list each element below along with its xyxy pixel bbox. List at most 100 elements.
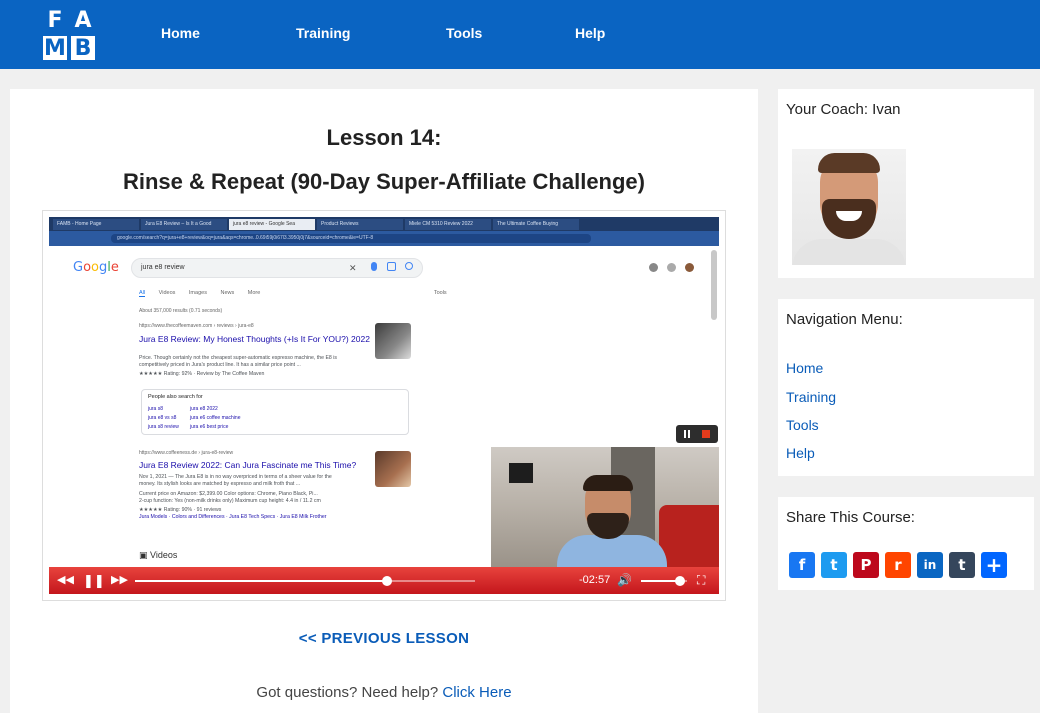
- linkedin-icon[interactable]: in: [917, 552, 943, 578]
- search-icon: [405, 262, 413, 270]
- logo-letter-a: A: [74, 7, 92, 33]
- logo-letter-m: M: [43, 35, 67, 61]
- fullscreen-icon[interactable]: ⛶: [697, 567, 705, 594]
- sidebar-link-home[interactable]: Home: [786, 360, 823, 376]
- result-url: https://www.coffeeness.de › jura-e8-revi…: [139, 450, 234, 456]
- recording-controls[interactable]: [676, 425, 718, 443]
- result-meta: Current price on Amazon: $2,399.00 Color…: [139, 491, 318, 497]
- apps-icon: [667, 263, 676, 272]
- navigation-menu-card: Navigation Menu: Home Training Tools Hel…: [778, 299, 1034, 476]
- google-search-tabs: All Videos Images News More Tools: [139, 290, 459, 297]
- sidebar-link-tools[interactable]: Tools: [786, 417, 819, 433]
- video-browser-tab: The Ultimate Coffee Buying: [493, 219, 579, 230]
- search-tab: Videos: [158, 290, 176, 296]
- video-browser-tab: Miele CM 5310 Review 2022: [405, 219, 491, 230]
- result-rating: ★★★★★ Rating: 90% · 91 reviews: [139, 507, 222, 513]
- nav-help[interactable]: Help: [575, 25, 605, 41]
- navigation-menu-title: Navigation Menu:: [786, 311, 903, 328]
- video-progress-fill: [135, 580, 387, 582]
- result-meta: 2-cup function: Yes (non-milk drinks onl…: [139, 498, 321, 504]
- people-also-search-heading: People also search for: [148, 394, 203, 400]
- result-title: Jura E8 Review: My Honest Thoughts (+Is …: [139, 334, 370, 344]
- video-progress-bar[interactable]: [135, 576, 475, 586]
- nav-home[interactable]: Home: [161, 25, 200, 41]
- result-thumbnail: [375, 323, 411, 359]
- tumblr-icon[interactable]: t: [949, 552, 975, 578]
- results-count: About 357,000 results (0.71 seconds): [139, 308, 223, 314]
- previous-lesson-link[interactable]: << PREVIOUS LESSON: [10, 630, 758, 647]
- search-tab: Tools: [433, 290, 447, 296]
- google-account-icons: [649, 263, 699, 273]
- video-browser-tab: jura e8 review - Google Sea: [229, 219, 315, 230]
- video-browser-tab: Jura E8 Review – Is It a Good: [141, 219, 227, 230]
- pause-icon[interactable]: ❚❚: [83, 567, 105, 594]
- pinterest-icon[interactable]: P: [853, 552, 879, 578]
- video-browser-tab: FAMB - Home Page: [53, 219, 139, 230]
- video-url: google.com/search?q=jura+e8+review&oq=ju…: [111, 234, 591, 243]
- related-search: jura e8 vs s8: [148, 415, 177, 421]
- share-card: Share This Course: f t P r in t +: [778, 497, 1034, 590]
- google-logo: Google: [73, 260, 119, 275]
- result-title: Jura E8 Review 2022: Can Jura Fascinate …: [139, 460, 357, 470]
- addtoany-icon[interactable]: +: [981, 552, 1007, 578]
- search-tab: News: [220, 290, 235, 296]
- coach-photo: [792, 149, 906, 265]
- related-search: jura e6 best price: [190, 424, 229, 430]
- avatar: [685, 263, 694, 272]
- fast-forward-icon[interactable]: ▶▶: [111, 567, 128, 594]
- videos-section-label: ▣ Videos: [139, 550, 178, 560]
- related-search: jura e8 2022: [190, 406, 218, 412]
- settings-icon: [649, 263, 658, 272]
- video-address-bar: google.com/search?q=jura+e8+review&oq=ju…: [49, 231, 719, 246]
- reddit-icon[interactable]: r: [885, 552, 911, 578]
- sidebar-link-training[interactable]: Training: [786, 389, 836, 405]
- search-tab: Images: [188, 290, 207, 296]
- video-browser-tab: Product Reviews: [317, 219, 403, 230]
- nav-training[interactable]: Training: [296, 25, 350, 41]
- coach-title: Your Coach: Ivan: [786, 101, 901, 118]
- result-snippet: money. Its stylish looks are matched by …: [139, 481, 301, 487]
- volume-icon[interactable]: 🔊: [617, 567, 632, 594]
- result-links: Jura Models · Colors and Differences · J…: [139, 514, 327, 520]
- share-buttons: f t P r in t +: [789, 552, 1007, 578]
- twitter-icon[interactable]: t: [821, 552, 847, 578]
- video-player[interactable]: FAMB - Home Page Jura E8 Review – Is It …: [49, 217, 719, 594]
- lens-icon: [387, 262, 396, 271]
- lesson-number: Lesson 14:: [326, 125, 442, 150]
- result-snippet: Price. Though certainly not the cheapest…: [139, 355, 338, 361]
- lesson-card: Lesson 14: Rinse & Repeat (90-Day Super-…: [10, 89, 758, 713]
- volume-slider[interactable]: [641, 576, 687, 586]
- video-progress-knob[interactable]: [381, 576, 392, 586]
- logo-letter-b: B: [71, 36, 95, 61]
- coach-card: Your Coach: Ivan: [778, 89, 1034, 278]
- facebook-icon[interactable]: f: [789, 552, 815, 578]
- help-click-here-link[interactable]: Click Here: [442, 684, 511, 701]
- sidebar-link-help[interactable]: Help: [786, 445, 815, 461]
- clear-icon: ✕: [349, 263, 357, 273]
- logo-letter-f: F: [47, 7, 63, 33]
- lesson-title: Rinse & Repeat (90-Day Super-Affiliate C…: [122, 169, 645, 194]
- famb-logo[interactable]: F A M B: [43, 7, 95, 61]
- microphone-icon: [371, 262, 377, 271]
- related-search: jura e6 coffee machine: [190, 415, 241, 421]
- video-browser-tabbar: FAMB - Home Page Jura E8 Review – Is It …: [49, 217, 719, 231]
- rewind-icon[interactable]: ◀◀: [57, 567, 74, 594]
- pause-recording-icon: [684, 430, 686, 438]
- stop-recording-icon: [702, 430, 710, 438]
- search-tab: All: [139, 290, 146, 297]
- people-also-search-box: People also search for jura s8 jura e8 2…: [141, 389, 409, 435]
- result-url: https://www.thecoffeemaven.com › reviews…: [139, 323, 254, 329]
- volume-knob[interactable]: [675, 576, 686, 586]
- related-search: jura s8 review: [148, 424, 179, 430]
- result-rating: ★★★★★ Rating: 92% · Review by The Coffee…: [139, 371, 265, 377]
- help-text: Got questions? Need help?: [256, 684, 439, 701]
- result-snippet: Nov 1, 2021 — The Jura E8 is in no way o…: [139, 474, 332, 480]
- related-search: jura s8: [148, 406, 164, 412]
- top-navigation-bar: F A M B Home Training Tools Help: [0, 0, 1040, 69]
- help-line: Got questions? Need help? Click Here: [10, 684, 758, 701]
- result-snippet: competitively priced in Jura's product l…: [139, 362, 301, 368]
- video-frame: FAMB - Home Page Jura E8 Review – Is It …: [42, 210, 726, 601]
- share-title: Share This Course:: [786, 509, 915, 526]
- nav-tools[interactable]: Tools: [446, 25, 482, 41]
- time-remaining: -02:57: [579, 574, 611, 586]
